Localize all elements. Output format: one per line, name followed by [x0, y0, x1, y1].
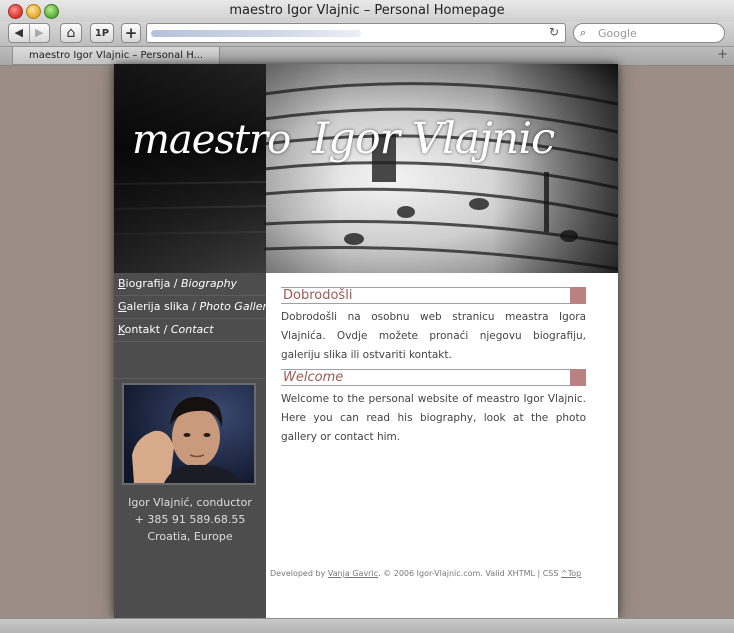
web-page: maestro Igor Vlajnic Biografija / Biograp… — [114, 64, 618, 618]
nav-biography[interactable]: Biografija / Biography — [114, 273, 266, 296]
search-icon: ⌕ — [580, 26, 587, 39]
tab-homepage[interactable]: maestro Igor Vlajnic – Personal H... — [12, 47, 220, 65]
nav-gallery-key: G — [118, 300, 127, 313]
nav-contact-en: Contact — [170, 323, 214, 336]
home-icon: ⌂ — [66, 25, 76, 41]
contact-location: Croatia, Europe — [147, 530, 233, 543]
nav-photo-gallery[interactable]: Galerija slika / Photo Gallery — [114, 296, 274, 319]
contact-name: Igor Vlajnić, conductor — [128, 496, 252, 509]
header-vignette — [114, 64, 618, 273]
intro-croatian: Dobrodošli na osobnu web stranicu meastr… — [281, 311, 586, 361]
blurred-url — [151, 30, 361, 37]
nav-biography-en: Biography — [181, 277, 238, 290]
main-content: Dobrodošli Dobrodošli na osobnu web stra… — [281, 287, 586, 451]
home-button[interactable]: ⌂ — [60, 23, 82, 43]
reload-icon[interactable]: ↻ — [549, 25, 559, 39]
new-tab-icon[interactable]: + — [717, 47, 728, 62]
page-footer: Developed by Vanja Gavric. © 2006 Igor-V… — [270, 569, 615, 578]
nav-contact-key: K — [118, 323, 125, 336]
heading-dobrodosli-text: Dobrodošli — [283, 288, 353, 303]
left-sidebar: Biografija / Biography Galerija slika / … — [114, 273, 274, 618]
heading-dobrodosli: Dobrodošli — [281, 287, 586, 304]
developer-link[interactable]: Vanja Gavric — [328, 569, 378, 578]
nav-biography-hr: iografija / — [125, 277, 182, 290]
back-to-top-link[interactable]: ^Top — [561, 569, 581, 578]
nav-contact[interactable]: Kontakt / Contact — [114, 319, 266, 342]
nav-contact-hr: ontakt / — [124, 323, 171, 336]
browser-toolbar: ◀ ▶ ⌂ 1P + ↻ ⌕ Google — [0, 22, 734, 46]
browser-status-bar — [0, 618, 734, 633]
conductor-portrait — [122, 383, 256, 485]
address-bar[interactable]: ↻ — [146, 23, 566, 43]
header-banner: maestro Igor Vlajnic — [114, 64, 618, 273]
back-button[interactable]: ◀ — [9, 24, 30, 42]
heading-welcome: Welcome — [281, 369, 586, 386]
site-title-name: Igor Vlajnic — [312, 114, 555, 164]
intro-english: Welcome to the personal website of meast… — [281, 393, 586, 443]
nav-gallery-en: Photo Gallery — [199, 300, 274, 313]
back-forward-group: ◀ ▶ — [8, 23, 50, 43]
forward-button[interactable]: ▶ — [30, 24, 50, 42]
window-title: maestro Igor Vlajnic – Personal Homepage — [229, 3, 505, 18]
footer-developed-by: Developed by — [270, 569, 328, 578]
onepassword-button[interactable]: 1P — [90, 23, 114, 43]
heading-accent-square — [570, 369, 586, 386]
footer-copyright: . © 2006 Igor-Vlajnic.com. Valid XHTML |… — [378, 569, 562, 578]
nav-divider — [114, 342, 266, 379]
heading-welcome-text: Welcome — [283, 370, 344, 385]
site-title-prefix: maestro — [132, 117, 291, 163]
site-title: maestro Igor Vlajnic — [132, 114, 555, 164]
tab-bar: maestro Igor Vlajnic – Personal H... + — [0, 46, 734, 66]
search-field[interactable]: ⌕ Google — [573, 23, 725, 43]
search-placeholder: Google — [598, 27, 637, 40]
heading-accent-square — [570, 287, 586, 304]
add-bookmark-button[interactable]: + — [121, 23, 141, 43]
window-titlebar: maestro Igor Vlajnic – Personal Homepage — [0, 0, 734, 23]
nav-biography-key: B — [118, 277, 126, 290]
contact-phone: + 385 91 589.68.55 — [134, 513, 246, 526]
nav-gallery-hr: alerija slika / — [126, 300, 200, 313]
